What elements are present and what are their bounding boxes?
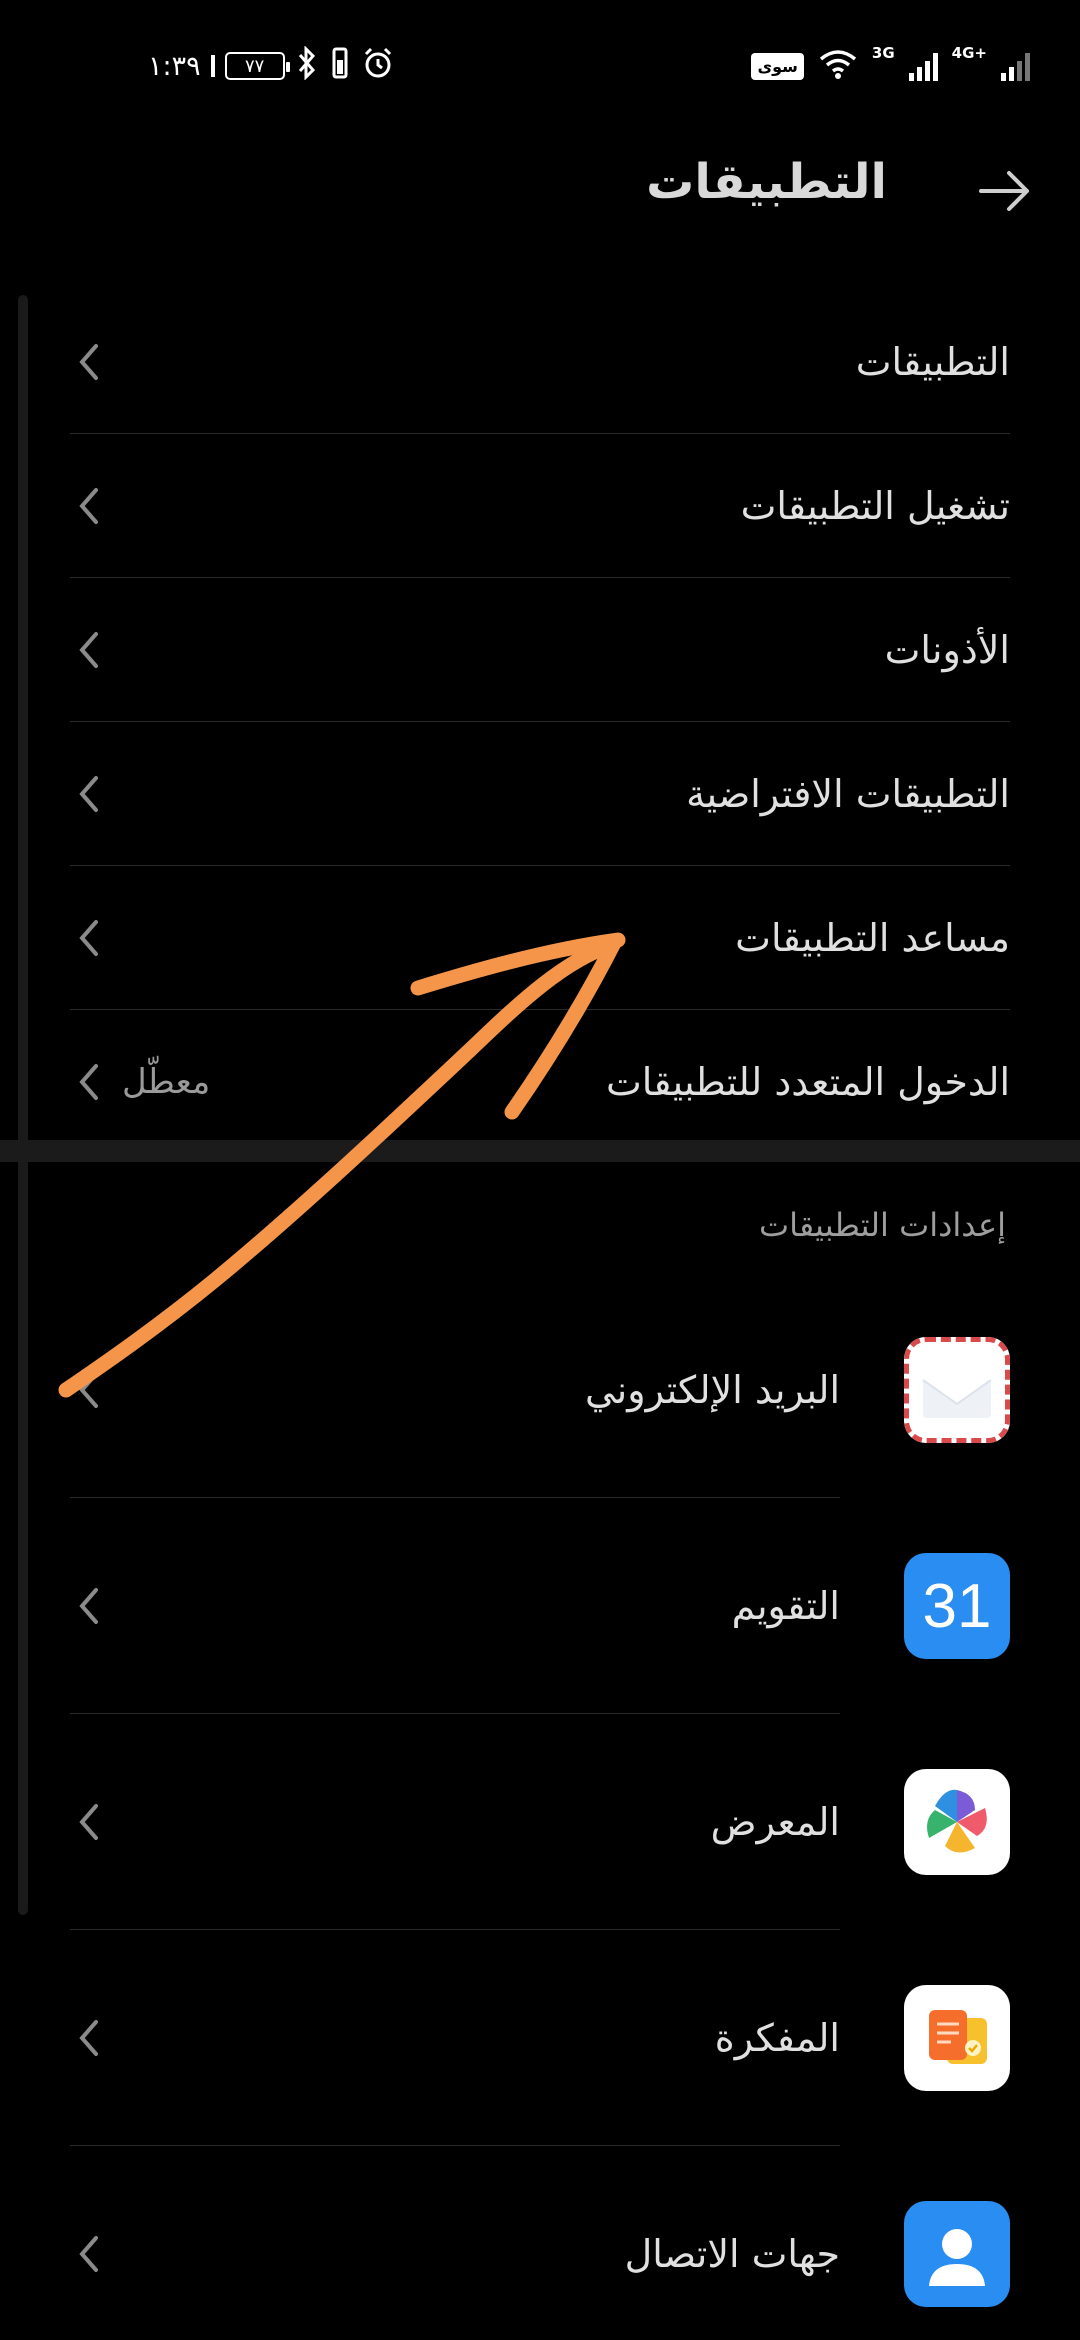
menu-item-label: مساعد التطبيقات (735, 915, 1010, 960)
arrow-right-icon (979, 171, 1029, 211)
chevron-left-icon (79, 2020, 98, 2056)
app-item-email[interactable]: البريد الإلكتروني (70, 1282, 1010, 1498)
app-item-label: البريد الإلكتروني (585, 1368, 840, 1412)
app-item-label: المعرض (710, 1800, 840, 1844)
chevron-left-icon (79, 487, 98, 524)
status-right: سوى 3G 4G+ (751, 44, 1030, 86)
chevron-left-icon (79, 1064, 98, 1100)
status-bar: ١:٣٩ ٧٧ سوى 3G 4G+ (0, 0, 1080, 130)
wifi-icon (818, 48, 858, 84)
menu-item-default-apps[interactable]: التطبيقات الافتراضية (70, 722, 1010, 866)
app-header: التطبيقات (0, 150, 1080, 230)
menu-item-app-launch[interactable]: تشغيل التطبيقات (70, 434, 1010, 578)
calendar-day: 31 (922, 1571, 992, 1641)
chevron-left-icon (79, 1588, 98, 1624)
pinwheel-shape (927, 1789, 987, 1853)
bluetooth-icon (295, 44, 319, 87)
chevron-left-icon (79, 775, 98, 812)
app-item-label: التقويم (731, 1584, 840, 1628)
menu-list: التطبيقات تشغيل التطبيقات الأذونات التطب… (70, 290, 1010, 1154)
app-item-label: جهات الاتصال (624, 2232, 840, 2276)
menu-item-permissions[interactable]: الأذونات (70, 578, 1010, 722)
network-type-4g: 4G+ (951, 44, 987, 62)
section-divider (0, 1140, 1080, 1162)
menu-item-apps[interactable]: التطبيقات (70, 290, 1010, 434)
contacts-icon (904, 2201, 1010, 2307)
person-shape (929, 2229, 985, 2286)
menu-item-label: التطبيقات (855, 339, 1010, 384)
app-item-notepad[interactable]: المفكرة (70, 1930, 1010, 2146)
menu-item-value: معطّل (122, 1062, 211, 1102)
menu-item-label: الدخول المتعدد للتطبيقات (605, 1060, 1010, 1104)
menu-item-label: تشغيل التطبيقات (740, 483, 1010, 528)
section-header: إعدادات التطبيقات (758, 1206, 1006, 1244)
status-left: ١:٣٩ ٧٧ (148, 44, 395, 87)
scrollbar[interactable] (18, 295, 28, 1915)
battery-icon: ٧٧ (224, 52, 290, 80)
chevron-left-icon (79, 631, 98, 668)
gallery-icon (904, 1769, 1010, 1875)
signal-icon (908, 51, 938, 81)
status-time: ١:٣٩ (148, 50, 201, 82)
page-title: التطبيقات (646, 154, 887, 210)
menu-item-app-assistant[interactable]: مساعد التطبيقات (70, 866, 1010, 1010)
chevron-left-icon (79, 343, 98, 380)
app-settings-list: البريد الإلكتروني التقويم 31 المعرض المف… (70, 1282, 1010, 2340)
chevron-left-icon (79, 2236, 98, 2272)
menu-item-app-twin[interactable]: معطّل الدخول المتعدد للتطبيقات (70, 1010, 1010, 1154)
airmail-border (904, 1337, 1010, 1443)
back-button[interactable] (970, 156, 1040, 226)
sim-icon (210, 55, 215, 77)
app-item-label: المفكرة (714, 2016, 840, 2060)
alarm-icon (361, 46, 395, 87)
battery-level: ٧٧ (244, 55, 265, 77)
network-type-3g: 3G (871, 44, 895, 62)
menu-item-label: التطبيقات الافتراضية (686, 771, 1010, 816)
vibrate-icon (329, 46, 351, 87)
chevron-left-icon (79, 919, 98, 956)
chevron-left-icon (79, 1804, 98, 1840)
calendar-icon: 31 (904, 1553, 1010, 1659)
signal-icon-secondary (1001, 51, 1030, 81)
carrier-badge: سوى (751, 52, 804, 80)
chevron-left-icon (79, 1372, 98, 1408)
app-item-calendar[interactable]: التقويم 31 (70, 1498, 1010, 1714)
menu-item-label: الأذونات (884, 627, 1010, 672)
notepad-shape (929, 2010, 987, 2064)
notepad-icon (904, 1985, 1010, 2091)
app-item-contacts[interactable]: جهات الاتصال (70, 2146, 1010, 2340)
app-item-gallery[interactable]: المعرض (70, 1714, 1010, 1930)
email-icon (904, 1337, 1010, 1443)
